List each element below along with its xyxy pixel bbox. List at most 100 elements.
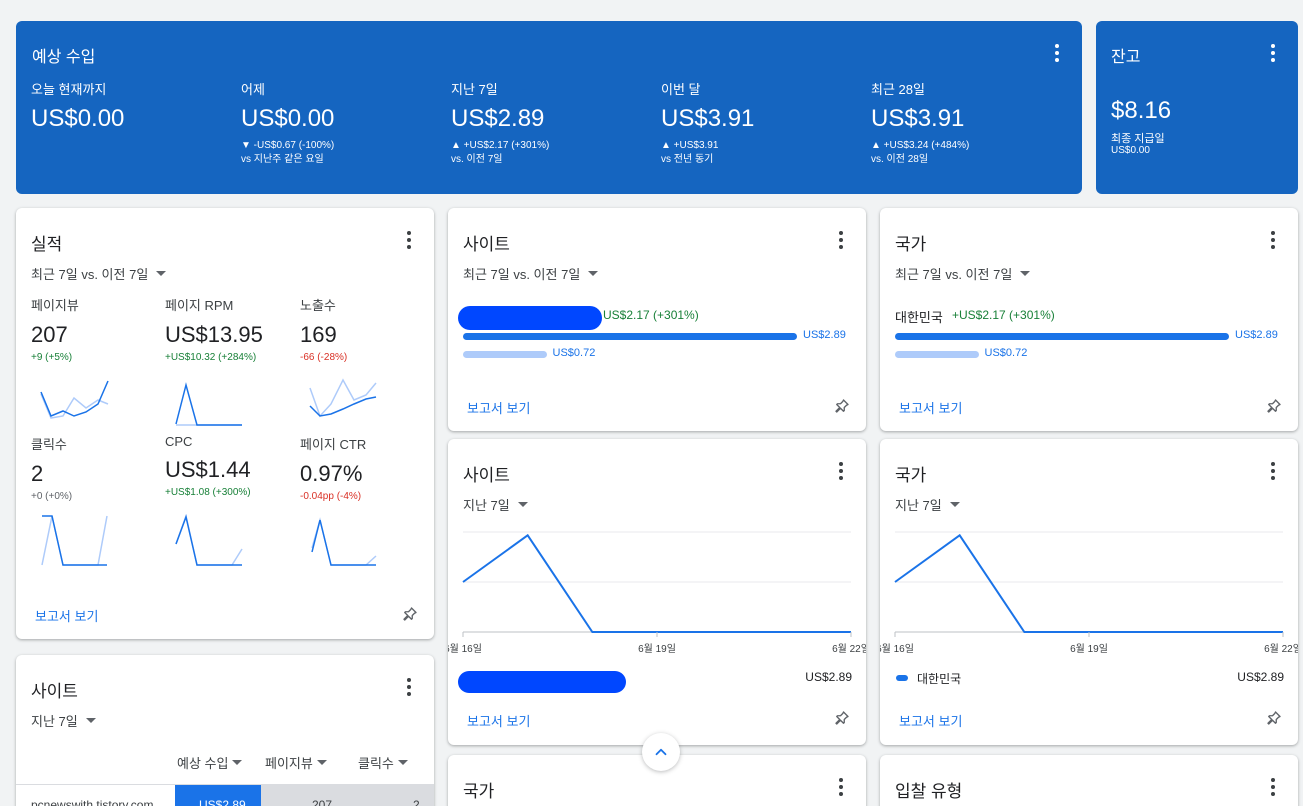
- x-tick-label: 6월 16일: [448, 643, 482, 655]
- estimated-earnings-title: 예상 수입: [32, 49, 96, 66]
- page-ctr-sparkline: [311, 517, 377, 566]
- pin-icon[interactable]: [1265, 397, 1283, 415]
- metric-label: 페이지 RPM: [165, 298, 234, 313]
- more-options-icon[interactable]: [831, 775, 851, 799]
- legend-swatch: [896, 675, 908, 681]
- caret-down-icon: [1020, 271, 1031, 276]
- performance-title: 실적: [31, 235, 63, 254]
- view-report-link[interactable]: 보고서 보기: [899, 398, 962, 417]
- estimate-delta: ▲ +US$3.24 (+484%) vs. 이전 28일: [871, 139, 969, 167]
- metric-pageviews[interactable]: 페이지뷰 207 +9 (+5%): [31, 295, 79, 363]
- metric-impressions[interactable]: 노출수 169 -66 (-28%): [300, 295, 347, 363]
- more-options-icon[interactable]: [1263, 775, 1283, 799]
- metric-value: 207: [31, 322, 68, 347]
- metric-value: 169: [300, 322, 337, 347]
- current-value: US$2.89: [1235, 329, 1278, 341]
- metric-label: CPC: [165, 434, 193, 449]
- date-range-label: 최근 7일 vs. 이전 7일: [895, 267, 1013, 282]
- compare-text: vs 전년 동기: [661, 154, 714, 165]
- sort-icon: [397, 760, 408, 765]
- clicks-sparkline: [41, 515, 108, 566]
- more-options-icon[interactable]: [399, 228, 419, 252]
- column-label: 클릭수: [358, 756, 394, 771]
- table-row[interactable]: pcnewswith.tistory.com US$2.89 207 2: [16, 785, 434, 806]
- metric-label: 페이지 CTR: [300, 437, 367, 452]
- metric-page-rpm[interactable]: 페이지 RPM US$13.95 +US$10.32 (+284%): [165, 295, 263, 363]
- current-bar: [895, 333, 1229, 340]
- country-total: US$2.89: [1237, 670, 1284, 684]
- date-range-dropdown[interactable]: 최근 7일 vs. 이전 7일: [895, 264, 1031, 283]
- date-range-dropdown[interactable]: 최근 7일 vs. 이전 7일: [31, 264, 167, 283]
- scroll-up-button[interactable]: [642, 733, 680, 771]
- metric-delta: +US$10.32 (+284%): [165, 352, 257, 363]
- x-tick-label: 6월 22일: [1264, 643, 1298, 655]
- more-options-icon[interactable]: [1263, 41, 1283, 65]
- bid-type-title: 입찰 유형: [895, 782, 963, 801]
- more-options-icon[interactable]: [1047, 41, 1067, 65]
- impressions-sparkline: [309, 378, 377, 418]
- caret-down-icon: [85, 718, 96, 723]
- estimate-this-month: 이번 달 US$3.91 ▲ +US$3.91 vs 전년 동기: [661, 79, 754, 167]
- x-tick-label: 6월 19일: [638, 643, 676, 655]
- pin-icon[interactable]: [833, 397, 851, 415]
- date-range-dropdown[interactable]: 최근 7일 vs. 이전 7일: [463, 264, 599, 283]
- column-clicks-header[interactable]: 클릭수: [358, 753, 408, 772]
- delta-text: ▼ -US$0.67 (-100%): [241, 140, 335, 151]
- metric-cpc[interactable]: CPC US$1.44 +US$1.08 (+300%): [165, 434, 251, 498]
- balance-card: 잔고 $8.16 최종 지급일 US$0.00: [1096, 21, 1298, 194]
- more-options-icon[interactable]: [399, 675, 419, 699]
- column-label: 예상 수입: [177, 756, 229, 771]
- metric-label: 노출수: [300, 298, 336, 313]
- sort-icon: [232, 760, 243, 765]
- date-range-label: 지난 7일: [31, 714, 78, 729]
- pageviews-cell: [261, 785, 434, 806]
- cpc-sparkline: [175, 514, 243, 566]
- country-card-title: 국가: [463, 782, 495, 801]
- date-range-label: 최근 7일 vs. 이전 7일: [463, 267, 581, 282]
- view-report-link[interactable]: 보고서 보기: [35, 606, 98, 625]
- country-compare-card: 국가 최근 7일 vs. 이전 7일 대한민국 +US$2.17 (+301%)…: [880, 208, 1298, 431]
- x-tick-label: 6월 16일: [880, 643, 914, 655]
- pageviews-sparkline: [40, 380, 109, 419]
- column-pageviews-header[interactable]: 페이지뷰: [265, 753, 327, 772]
- delta-text: ▲ +US$3.91: [661, 140, 719, 151]
- caret-down-icon: [156, 271, 167, 276]
- site-compare-title: 사이트: [463, 235, 510, 254]
- metric-delta: +0 (+0%): [31, 491, 73, 502]
- column-earnings-header[interactable]: 예상 수입: [177, 753, 243, 772]
- estimate-label: 최근 28일: [871, 82, 925, 97]
- view-report-link[interactable]: 보고서 보기: [899, 711, 962, 730]
- metric-clicks[interactable]: 클릭수 2 +0 (+0%): [31, 434, 72, 502]
- metric-page-ctr[interactable]: 페이지 CTR 0.97% -0.04pp (-4%): [300, 434, 366, 502]
- country-name: 대한민국: [895, 310, 943, 325]
- site-cell: pcnewswith.tistory.com: [31, 798, 154, 806]
- date-range-dropdown[interactable]: 지난 7일: [31, 711, 96, 730]
- estimate-value: US$2.89: [451, 105, 545, 132]
- more-options-icon[interactable]: [1263, 228, 1283, 252]
- site-compare-card: 사이트 최근 7일 vs. 이전 7일 US$2.17 (+301%) US$2…: [448, 208, 866, 431]
- earnings-value: US$2.89: [199, 798, 246, 806]
- pin-icon[interactable]: [1265, 709, 1283, 727]
- redacted-site-name: [458, 671, 626, 693]
- country-trend-chart: 6월 16일 6월 19일 6월 22일: [880, 531, 1298, 655]
- estimate-label: 지난 7일: [451, 82, 498, 97]
- more-options-icon[interactable]: [831, 228, 851, 252]
- clicks-value: 2: [413, 798, 420, 806]
- estimate-value: US$0.00: [31, 105, 125, 132]
- estimate-delta: ▲ +US$3.91 vs 전년 동기: [661, 139, 754, 167]
- site-table-card: 사이트 지난 7일 예상 수입 페이지뷰 클릭수 pcnewswith.tist…: [16, 655, 434, 806]
- estimated-earnings-card: 예상 수입 오늘 현재까지 US$0.00 어제 US$0.00 ▼ -US$0…: [16, 21, 1082, 194]
- view-report-link[interactable]: 보고서 보기: [467, 711, 530, 730]
- view-report-link[interactable]: 보고서 보기: [467, 398, 530, 417]
- x-tick-label: 6월 22일: [832, 643, 866, 655]
- pin-icon[interactable]: [401, 605, 419, 623]
- metric-delta: -0.04pp (-4%): [300, 491, 362, 502]
- pin-icon[interactable]: [833, 709, 851, 727]
- date-range-label: 최근 7일 vs. 이전 7일: [31, 267, 149, 282]
- series-line: [462, 533, 851, 633]
- page-rpm-sparkline: [175, 382, 242, 426]
- previous-value: US$0.72: [984, 347, 1028, 359]
- redacted-site-name: [458, 306, 602, 330]
- estimate-last-28-days: 최근 28일 US$3.91 ▲ +US$3.24 (+484%) vs. 이전…: [871, 79, 969, 167]
- previous-bar: [463, 351, 547, 358]
